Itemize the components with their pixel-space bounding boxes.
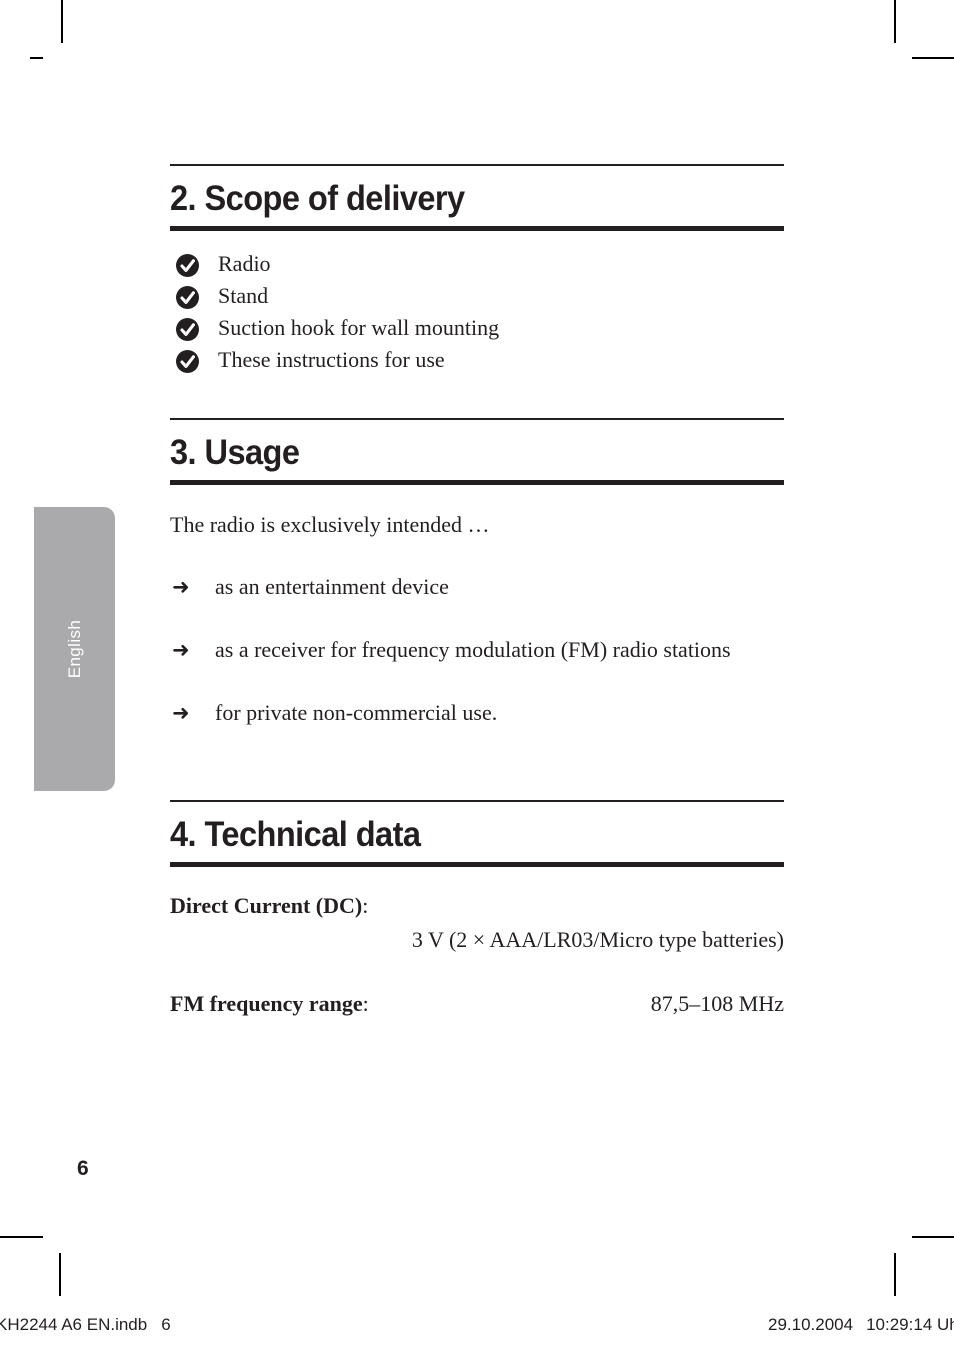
technical-data-colon: :	[362, 893, 369, 918]
section-scope-of-delivery: 2. Scope of delivery Radio Stand Suction…	[170, 164, 784, 376]
footer-file-name: KH2244 A6 EN.indb	[0, 1315, 148, 1334]
list-item: Suction hook for wall mounting	[170, 312, 784, 344]
usage-lead-text: The radio is exclusively intended …	[170, 512, 490, 537]
check-circle-icon	[176, 350, 199, 373]
table-row: Direct Current (DC): 3 V (2 × AAA/LR03/M…	[170, 889, 784, 957]
section-usage: 3. Usage The radio is exclusively intend…	[170, 418, 784, 729]
check-circle-icon	[176, 286, 199, 309]
technical-data-value: 87,5–108 MHz	[650, 991, 784, 1016]
language-tab-label: English	[64, 619, 84, 679]
footer-date: 29.10.2004	[768, 1315, 854, 1334]
crop-mark-bottom-left-horizontal	[0, 1236, 43, 1238]
section-heading: 2. Scope of delivery	[170, 179, 465, 218]
technical-data-label: FM frequency range:	[170, 987, 369, 1021]
list-item-label: for private non-commercial use.	[215, 700, 498, 725]
page-number: 6	[77, 1157, 89, 1180]
list-item-label: These instructions for use	[218, 347, 445, 372]
check-circle-icon	[176, 318, 199, 341]
crop-mark-bottom-right-horizontal	[912, 1236, 954, 1238]
list-item-label: as an entertainment device	[215, 574, 449, 599]
table-row: FM frequency range: 87,5–108 MHz	[170, 987, 784, 1021]
list-item-label: Radio	[218, 251, 271, 276]
list-item: These instructions for use	[170, 344, 784, 376]
list-item: ➜ as a receiver for frequency modulation…	[170, 634, 784, 666]
list-item: Radio	[170, 248, 784, 280]
usage-list: ➜ as an entertainment device ➜ as a rece…	[170, 571, 784, 729]
check-circle-icon	[176, 254, 199, 277]
crop-mark-top-left-horizontal	[30, 57, 43, 59]
arrow-right-icon: ➜	[172, 575, 190, 599]
technical-data-label-text: Direct Current (DC)	[170, 893, 363, 918]
technical-data-label: Direct Current (DC):	[170, 889, 784, 923]
crop-mark-top-right-vertical	[894, 0, 896, 43]
language-tab: English	[34, 507, 115, 791]
footer-file-info: KH2244 A6 EN.indb 6	[0, 1315, 171, 1335]
footer: KH2244 A6 EN.indb 6 29.10.2004 10:29:14 Uh…	[0, 1315, 954, 1339]
crop-mark-top-left-vertical	[61, 0, 63, 43]
crop-mark-top-right-horizontal	[912, 57, 954, 59]
technical-data-value: 3 V (2 × AAA/LR03/Micro type batteries)	[411, 927, 784, 952]
section-technical-data: 4. Technical data Direct Current (DC): 3…	[170, 800, 784, 1021]
footer-time: 10:29:14 Uhr	[866, 1315, 954, 1334]
footer-page-number: 6	[161, 1315, 171, 1334]
list-item-label: Stand	[218, 283, 269, 308]
list-item: Stand	[170, 280, 784, 312]
section-heading: 3. Usage	[170, 433, 300, 472]
list-item: ➜ for private non-commercial use.	[170, 697, 784, 729]
footer-timestamp: 29.10.2004 10:29:14 Uhr	[768, 1315, 954, 1335]
technical-data-table: Direct Current (DC): 3 V (2 × AAA/LR03/M…	[170, 867, 784, 1021]
list-item-label: Suction hook for wall mounting	[218, 315, 500, 340]
scope-of-delivery-list: Radio Stand Suction hook for wall mounti…	[170, 231, 784, 376]
technical-data-label-text: FM frequency range	[170, 991, 363, 1016]
technical-data-colon: :	[362, 991, 369, 1016]
section-heading: 4. Technical data	[170, 815, 421, 854]
arrow-right-icon: ➜	[172, 701, 190, 725]
arrow-right-icon: ➜	[172, 638, 190, 662]
crop-mark-bottom-left-vertical	[59, 1253, 61, 1296]
list-item: ➜ as an entertainment device	[170, 571, 784, 603]
crop-mark-bottom-right-vertical	[894, 1253, 896, 1296]
list-item-label: as a receiver for frequency modulation (…	[215, 637, 731, 662]
